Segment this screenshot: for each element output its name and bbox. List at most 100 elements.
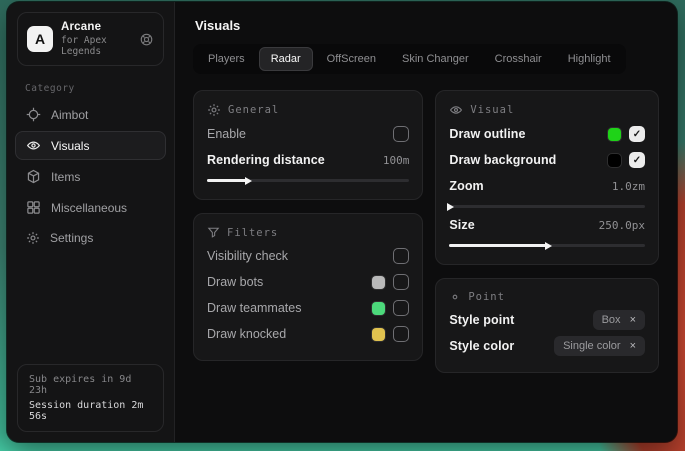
setting-zoom: Zoom 1.0zm bbox=[449, 173, 645, 208]
gear-icon bbox=[26, 231, 40, 245]
row-label: Enable bbox=[207, 127, 246, 141]
select-chip-single-color[interactable]: Single color × bbox=[554, 336, 645, 356]
setting-style-point: Style pointBox× bbox=[449, 307, 645, 333]
main-panel: Visuals PlayersRadarOffScreenSkin Change… bbox=[175, 2, 677, 442]
setting-rendering-distance: Rendering distance 100m bbox=[207, 147, 409, 182]
setting-size: Size 250.0px bbox=[449, 212, 645, 247]
sidebar-item-visuals[interactable]: Visuals bbox=[15, 131, 166, 160]
setting-style-color: Style color Single color × bbox=[449, 333, 645, 359]
session-duration-text: Session duration 2m 56s bbox=[29, 400, 152, 422]
category-label: Category bbox=[25, 83, 156, 94]
row-label: Visibility check bbox=[207, 249, 288, 263]
lifebuoy-icon[interactable] bbox=[139, 32, 154, 47]
sidebar-item-miscellaneous[interactable]: Miscellaneous bbox=[15, 193, 166, 222]
checkbox[interactable] bbox=[393, 126, 409, 142]
setting-draw-teammates: Draw teammates bbox=[207, 295, 409, 321]
slider-zoom[interactable] bbox=[449, 205, 645, 208]
brand-card: A Arcane for Apex Legends bbox=[17, 12, 164, 66]
remove-icon[interactable]: × bbox=[630, 340, 636, 352]
app-subtitle: for Apex Legends bbox=[61, 35, 131, 57]
row-label: Style color bbox=[449, 339, 514, 353]
color-swatch[interactable] bbox=[608, 154, 621, 167]
card-title: Point bbox=[468, 291, 505, 303]
sidebar-item-label: Aimbot bbox=[51, 108, 88, 122]
slider-rendering-distance[interactable] bbox=[207, 179, 409, 182]
slider-fill bbox=[449, 244, 547, 247]
setting-draw-background: Draw background ✓ bbox=[449, 147, 645, 173]
app-window: A Arcane for Apex Legends Category Aimbo… bbox=[7, 2, 677, 442]
color-swatch[interactable] bbox=[372, 328, 385, 341]
setting-draw-bots: Draw bots bbox=[207, 269, 409, 295]
sidebar-item-aimbot[interactable]: Aimbot bbox=[15, 100, 166, 129]
funnel-icon bbox=[207, 226, 220, 239]
checkbox[interactable] bbox=[393, 326, 409, 342]
sidebar-item-settings[interactable]: Settings bbox=[15, 224, 166, 252]
row-label: Draw teammates bbox=[207, 301, 301, 315]
setting-draw-outline: Draw outline ✓ bbox=[449, 121, 645, 147]
setting-draw-knocked: Draw knocked bbox=[207, 321, 409, 347]
tab-skin-changer[interactable]: Skin Changer bbox=[390, 47, 481, 71]
slider-thumb[interactable] bbox=[245, 177, 252, 185]
card-general: General Enable Rendering distance 100m bbox=[193, 90, 423, 200]
tab-players[interactable]: Players bbox=[196, 47, 257, 71]
sidebar-item-items[interactable]: Items bbox=[15, 162, 166, 191]
row-label: Draw bots bbox=[207, 275, 263, 289]
sidebar-item-label: Settings bbox=[50, 231, 93, 245]
sidebar-item-label: Items bbox=[51, 170, 80, 184]
checkbox[interactable]: ✓ bbox=[629, 126, 645, 142]
checkbox[interactable] bbox=[393, 274, 409, 290]
page-title: Visuals bbox=[175, 2, 677, 44]
card-title: Filters bbox=[227, 227, 278, 239]
slider-thumb[interactable] bbox=[545, 242, 552, 250]
remove-icon[interactable]: × bbox=[630, 314, 636, 326]
checkbox[interactable] bbox=[393, 300, 409, 316]
row-label: Size bbox=[449, 218, 474, 232]
gear-icon bbox=[207, 103, 221, 117]
tab-crosshair[interactable]: Crosshair bbox=[483, 47, 554, 71]
box-icon bbox=[26, 169, 41, 184]
sidebar-nav: Aimbot Visuals Items Miscellaneous Settings bbox=[7, 99, 174, 253]
slider-value: 1.0zm bbox=[612, 180, 645, 193]
slider-value: 100m bbox=[383, 154, 410, 167]
dot-icon bbox=[449, 291, 461, 303]
checkbox[interactable] bbox=[393, 248, 409, 264]
tab-bar: PlayersRadarOffScreenSkin ChangerCrossha… bbox=[193, 44, 626, 74]
tab-radar[interactable]: Radar bbox=[259, 47, 313, 71]
app-title: Arcane bbox=[61, 21, 131, 33]
tab-highlight[interactable]: Highlight bbox=[556, 47, 623, 71]
tab-offscreen[interactable]: OffScreen bbox=[315, 47, 388, 71]
chip-label: Box bbox=[602, 314, 621, 326]
slider-thumb[interactable] bbox=[447, 203, 454, 211]
app-logo: A bbox=[27, 26, 53, 52]
color-swatch[interactable] bbox=[372, 276, 385, 289]
row-label: Zoom bbox=[449, 179, 483, 193]
subscription-card: Sub expires in 9d 23h Session duration 2… bbox=[17, 364, 164, 432]
slider-size[interactable] bbox=[449, 244, 645, 247]
sidebar-item-label: Visuals bbox=[51, 139, 89, 153]
setting-visibility-check: Visibility check bbox=[207, 243, 409, 269]
content-area: General Enable Rendering distance 100m Fil… bbox=[175, 74, 677, 389]
card-point: Point Style pointBox×Style colorSingle c… bbox=[435, 278, 659, 373]
eye-icon bbox=[449, 103, 463, 117]
sidebar-item-label: Miscellaneous bbox=[51, 201, 127, 215]
crosshair-icon bbox=[26, 107, 41, 122]
color-swatch[interactable] bbox=[372, 302, 385, 315]
card-title: General bbox=[228, 104, 279, 116]
sidebar: A Arcane for Apex Legends Category Aimbo… bbox=[7, 2, 175, 442]
sub-expiry-text: Sub expires in 9d 23h bbox=[29, 374, 152, 396]
card-visual: Visual Draw outline ✓ Draw background ✓ Zoom… bbox=[435, 90, 659, 265]
slider-value: 250.0px bbox=[599, 219, 645, 232]
grid-icon bbox=[26, 200, 41, 215]
row-label: Rendering distance bbox=[207, 153, 325, 167]
setting-enable: Enable bbox=[207, 121, 409, 147]
row-label: Draw knocked bbox=[207, 327, 286, 341]
card-title: Visual bbox=[470, 104, 514, 116]
eye-scan-icon bbox=[26, 138, 41, 153]
select-chip-box[interactable]: Box × bbox=[593, 310, 645, 330]
row-label: Draw outline bbox=[449, 127, 525, 141]
slider-fill bbox=[207, 179, 247, 182]
checkbox[interactable]: ✓ bbox=[629, 152, 645, 168]
chip-label: Single color bbox=[563, 340, 620, 352]
color-swatch[interactable] bbox=[608, 128, 621, 141]
row-label: Draw background bbox=[449, 153, 556, 167]
